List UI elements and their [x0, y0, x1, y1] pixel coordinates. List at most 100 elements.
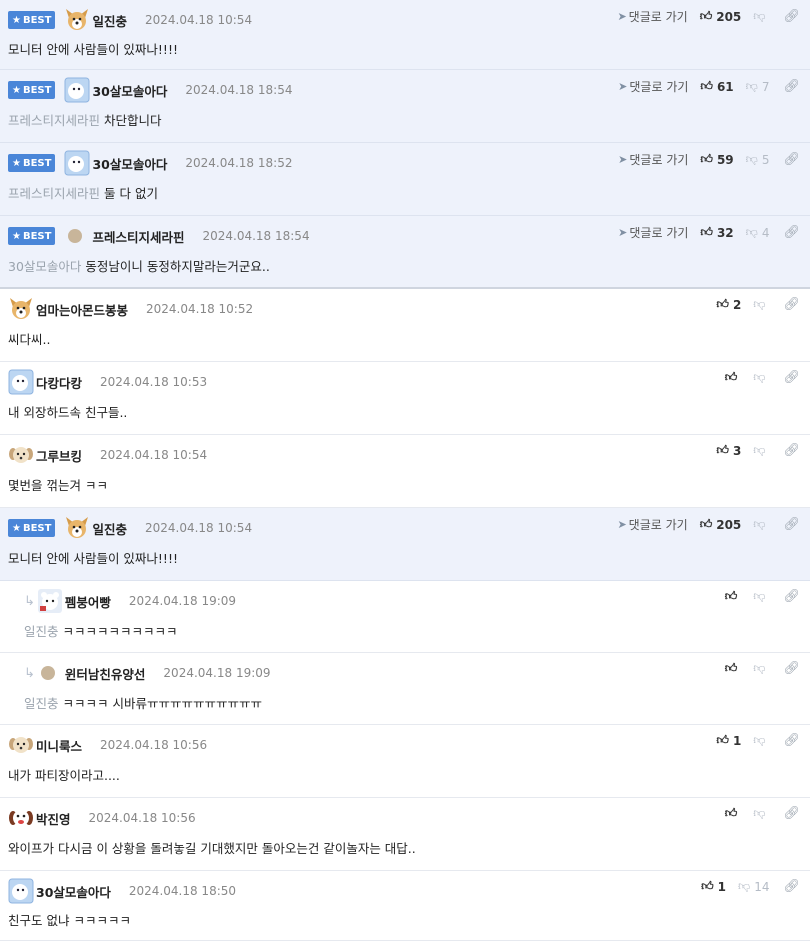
link-icon[interactable]: 🔗︎	[783, 517, 800, 532]
nickname[interactable]: 펨붕어빵	[65, 592, 111, 611]
send-arrow-icon: ➤	[618, 80, 628, 93]
mention-nickname[interactable]: 프레스티지세라핀	[8, 186, 100, 201]
comment-tools: 👍︎ 1 👎︎ 14 🔗︎	[701, 879, 800, 894]
comment-item: 엄마는아몬드봉봉 2024.04.18 10:52 씨다씨.. 👍︎ 2 👎︎ 🔗︎	[0, 289, 810, 362]
downvote-button[interactable]: 👎︎	[753, 517, 769, 532]
nickname[interactable]: 프레스티지세라핀	[92, 227, 184, 246]
upvote-count: 1	[717, 879, 727, 894]
goto-comment-link[interactable]: ➤ 댓글로 가기	[617, 516, 687, 533]
link-icon[interactable]: 🔗︎	[783, 9, 800, 24]
goto-comment-link[interactable]: ➤ 댓글로 가기	[618, 224, 688, 241]
mention-nickname[interactable]: 일진충	[24, 696, 59, 711]
downvote-button[interactable]: 👎︎	[753, 297, 769, 312]
best-badge-label: BEST	[22, 14, 52, 26]
goto-comment-link[interactable]: ➤ 댓글로 가기	[617, 8, 687, 25]
comment-header: ↳ 윈터남친유양선 2024.04.18 19:09	[24, 663, 271, 683]
downvote-button[interactable]: 👎︎	[753, 9, 769, 24]
avatar[interactable]	[37, 588, 63, 614]
comment-date: 2024.04.18 10:54	[100, 448, 208, 462]
comment-header: ↳ 펨붕어빵 2024.04.18 19:09	[24, 588, 236, 614]
link-icon[interactable]: 🔗︎	[783, 370, 800, 385]
nickname[interactable]: 30살모솔아다	[92, 81, 167, 100]
thumbs-up-icon: 👍︎	[716, 733, 729, 747]
upvote-button[interactable]: 👍︎	[725, 661, 742, 676]
thumbs-up-icon: 👍︎	[724, 370, 738, 384]
comment-tools: ➤ 댓글로 가기 👍︎ 205 👎︎ 🔗︎	[617, 516, 800, 533]
nickname[interactable]: 윈터남친유양선	[65, 664, 146, 683]
avatar[interactable]	[40, 666, 55, 680]
link-icon[interactable]: 🔗︎	[783, 443, 800, 458]
upvote-button[interactable]: 👍︎ 2	[716, 297, 741, 312]
goto-comment-link[interactable]: ➤ 댓글로 가기	[618, 151, 688, 168]
nickname[interactable]: 박진영	[36, 809, 71, 828]
upvote-button[interactable]: 👍︎ 61	[700, 79, 733, 94]
upvote-count: 205	[716, 9, 742, 24]
downvote-button[interactable]: 👎︎ 7	[746, 79, 770, 94]
send-arrow-icon: ➤	[617, 518, 627, 531]
link-icon[interactable]: 🔗︎	[783, 152, 800, 167]
avatar[interactable]	[8, 296, 34, 322]
mention-nickname[interactable]: 30살모솔아다	[8, 259, 81, 274]
downvote-button[interactable]: 👎︎ 4	[746, 225, 770, 240]
comment-header: 그루브킹 2024.04.18 10:54	[8, 445, 207, 465]
link-icon[interactable]: 🔗︎	[783, 225, 800, 240]
comment-tools: 👍︎ 👎︎ 🔗︎	[725, 806, 800, 821]
downvote-button[interactable]: 👎︎	[753, 733, 769, 748]
avatar[interactable]	[64, 7, 90, 33]
downvote-button[interactable]: 👎︎	[753, 806, 769, 821]
link-icon[interactable]: 🔗︎	[783, 661, 800, 676]
avatar[interactable]	[64, 77, 90, 103]
upvote-button[interactable]: 👍︎ 205	[700, 9, 742, 24]
upvote-button[interactable]: 👍︎	[725, 370, 742, 385]
avatar[interactable]	[8, 878, 34, 904]
star-icon: ★	[12, 157, 21, 169]
upvote-button[interactable]: 👍︎ 205	[700, 517, 742, 532]
link-icon[interactable]: 🔗︎	[783, 297, 800, 312]
comment-header: 엄마는아몬드봉봉 2024.04.18 10:52	[8, 296, 253, 322]
upvote-button[interactable]: 👍︎ 1	[716, 733, 741, 748]
mention-nickname[interactable]: 일진충	[24, 624, 59, 639]
link-icon[interactable]: 🔗︎	[783, 589, 800, 604]
link-icon[interactable]: 🔗︎	[783, 79, 800, 94]
downvote-button[interactable]: 👎︎	[753, 370, 769, 385]
downvote-button[interactable]: 👎︎	[753, 661, 769, 676]
upvote-button[interactable]: 👍︎	[725, 589, 742, 604]
thumbs-down-icon: 👎︎	[753, 9, 766, 23]
downvote-button[interactable]: 👎︎	[753, 589, 769, 604]
comment-body: 내 외장하드속 친구들..	[8, 402, 127, 421]
downvote-button[interactable]: 👎︎	[753, 443, 769, 458]
upvote-button[interactable]: 👍︎	[725, 806, 742, 821]
upvote-button[interactable]: 👍︎ 3	[716, 443, 741, 458]
avatar[interactable]	[64, 515, 90, 541]
avatar[interactable]	[64, 150, 90, 176]
upvote-count: 61	[716, 79, 734, 94]
nickname[interactable]: 일진충	[92, 519, 127, 538]
mention-nickname[interactable]: 프레스티지세라핀	[8, 113, 100, 128]
thumbs-down-icon: 👎︎	[753, 806, 766, 820]
link-icon[interactable]: 🔗︎	[783, 733, 800, 748]
avatar[interactable]	[8, 369, 34, 395]
link-icon[interactable]: 🔗︎	[783, 879, 800, 894]
star-icon: ★	[12, 522, 21, 534]
link-icon[interactable]: 🔗︎	[783, 806, 800, 821]
upvote-button[interactable]: 👍︎ 32	[700, 225, 733, 240]
upvote-button[interactable]: 👍︎ 1	[701, 879, 726, 894]
nickname[interactable]: 미니룩스	[36, 736, 82, 755]
nickname[interactable]: 일진충	[92, 11, 127, 30]
avatar[interactable]	[8, 732, 34, 758]
nickname[interactable]: 30살모솔아다	[92, 154, 167, 173]
avatar[interactable]	[8, 805, 34, 831]
best-badge: ★ BEST	[8, 81, 56, 99]
avatar[interactable]	[8, 442, 34, 468]
upvote-button[interactable]: 👍︎ 59	[700, 152, 733, 167]
downvote-button[interactable]: 👎︎ 14	[738, 879, 769, 894]
goto-comment-link[interactable]: ➤ 댓글로 가기	[618, 78, 688, 95]
comment-tools: 👍︎ 3 👎︎ 🔗︎	[716, 443, 800, 458]
nickname[interactable]: 다캉다캉	[36, 373, 82, 392]
nickname[interactable]: 엄마는아몬드봉봉	[36, 300, 128, 319]
nickname[interactable]: 그루브킹	[36, 446, 82, 465]
comment-tools: 👍︎ 👎︎ 🔗︎	[725, 589, 800, 604]
avatar[interactable]	[68, 229, 83, 243]
downvote-button[interactable]: 👎︎ 5	[746, 152, 770, 167]
nickname[interactable]: 30살모솔아다	[36, 882, 111, 901]
